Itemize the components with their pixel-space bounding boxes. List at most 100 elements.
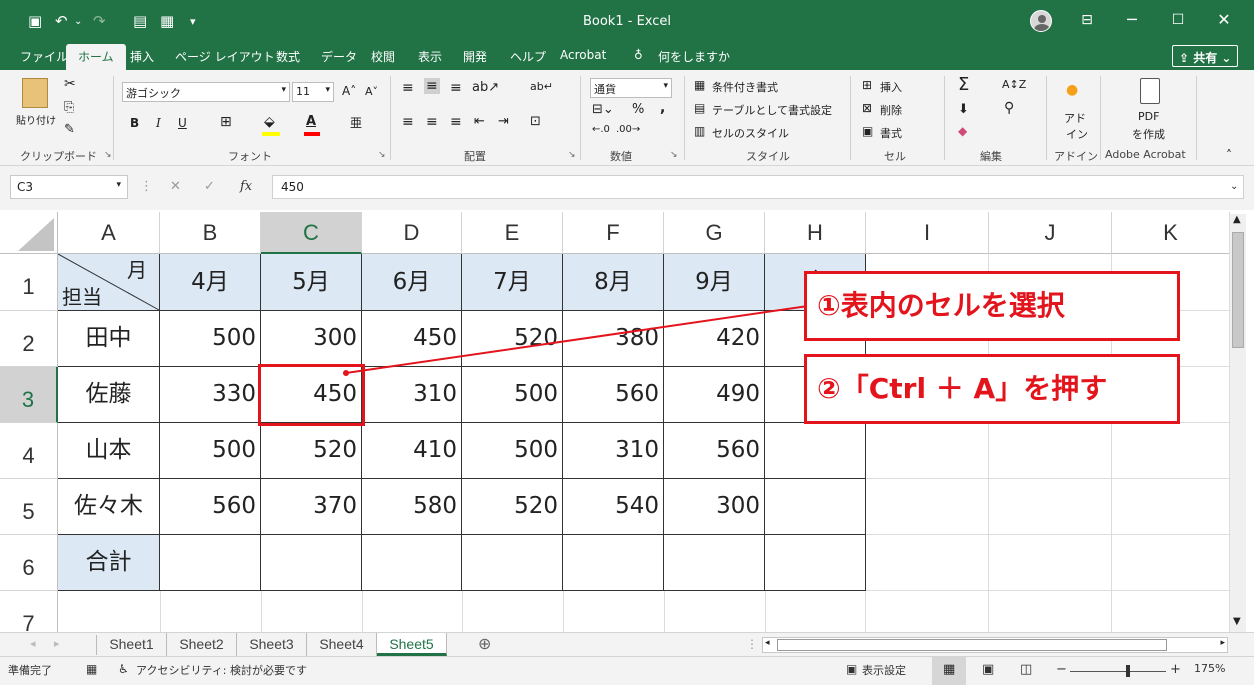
tab-review[interactable]: 校閲 xyxy=(371,48,395,65)
decrease-decimal-icon[interactable]: .00→ xyxy=(616,124,640,135)
vertical-scrollbar[interactable]: ▲ ▼ xyxy=(1229,214,1246,632)
cancel-entry-icon[interactable]: ✕ xyxy=(170,179,181,194)
sheet-tab-3[interactable]: Sheet3 xyxy=(237,633,307,656)
paste-icon[interactable] xyxy=(22,78,48,108)
tab-insert[interactable]: 挿入 xyxy=(130,48,154,65)
close-button[interactable]: ✕ xyxy=(1209,10,1239,29)
zoom-slider-thumb[interactable] xyxy=(1126,665,1130,677)
format-as-table-button[interactable]: テーブルとして書式設定 xyxy=(712,102,832,118)
tab-split-icon[interactable]: ⋮ xyxy=(746,637,758,651)
sort-filter-icon[interactable]: A↕Z xyxy=(1002,78,1026,91)
tab-page-layout[interactable]: ページ レイアウト xyxy=(175,48,275,65)
vertical-scroll-thumb[interactable] xyxy=(1232,232,1244,348)
delete-cells-button[interactable]: 削除 xyxy=(880,102,902,118)
page-layout-view-icon[interactable]: ▣ xyxy=(982,662,994,677)
bold-button[interactable]: B xyxy=(130,116,139,130)
cell-styles-button[interactable]: セルのスタイル xyxy=(712,125,789,141)
tab-file[interactable]: ファイル xyxy=(20,48,68,65)
zoom-slider-track[interactable] xyxy=(1070,671,1166,672)
copy-icon[interactable]: ⎘ xyxy=(64,100,74,115)
sheet-tab-1[interactable]: Sheet1 xyxy=(97,633,167,656)
find-select-icon[interactable]: ⚲ xyxy=(1004,100,1014,116)
formula-input[interactable]: 450 xyxy=(272,175,1244,199)
insert-function-icon[interactable]: fx xyxy=(240,179,252,194)
insert-cells-button[interactable]: 挿入 xyxy=(880,79,902,95)
format-painter-icon[interactable]: ✎ xyxy=(64,122,75,137)
clear-icon[interactable]: ◆ xyxy=(958,124,967,138)
tab-home[interactable]: ホーム xyxy=(66,44,126,70)
tab-data[interactable]: データ xyxy=(321,48,357,65)
accounting-format-icon[interactable]: ⊟⌄ xyxy=(592,102,614,117)
confirm-entry-icon[interactable]: ✓ xyxy=(204,179,215,194)
wrap-text-icon[interactable]: ab↵ xyxy=(530,80,553,93)
scroll-right-icon[interactable]: ▸ xyxy=(1220,638,1225,648)
normal-view-button[interactable]: ▦ xyxy=(932,657,966,685)
grow-font-icon[interactable]: A˄ xyxy=(342,84,356,98)
macro-record-icon[interactable]: ▦ xyxy=(86,662,97,676)
page-break-view-icon[interactable]: ◫ xyxy=(1020,662,1032,677)
paste-button[interactable]: 貼り付け xyxy=(16,112,56,127)
create-pdf-icon[interactable] xyxy=(1140,78,1160,104)
next-sheet-icon[interactable]: ▸ xyxy=(54,637,60,650)
conditional-format-button[interactable]: 条件付き書式 xyxy=(712,79,778,95)
align-bottom-icon[interactable]: ≡ xyxy=(450,80,462,96)
prev-sheet-icon[interactable]: ◂ xyxy=(30,637,36,650)
increase-decimal-icon[interactable]: ←.0 xyxy=(592,124,610,135)
minimize-button[interactable]: ─ xyxy=(1117,10,1147,29)
expand-formula-bar-icon[interactable]: ⌄ xyxy=(1230,181,1238,192)
align-center-icon[interactable]: ≡ xyxy=(426,114,438,130)
font-color-icon[interactable]: A xyxy=(306,114,316,129)
fill-color-icon[interactable]: ⬙ xyxy=(264,114,275,130)
cut-icon[interactable]: ✂ xyxy=(64,76,76,92)
scroll-down-icon[interactable]: ▼ xyxy=(1233,616,1241,627)
name-box[interactable]: C3 ▾ xyxy=(10,175,128,199)
clipboard-launcher-icon[interactable]: ↘ xyxy=(104,150,112,160)
scroll-left-icon[interactable]: ◂ xyxy=(765,638,770,648)
sheet-tab-2[interactable]: Sheet2 xyxy=(167,633,237,656)
number-format-select[interactable]: 通貨 ▾ xyxy=(590,78,672,98)
tab-acrobat[interactable]: Acrobat xyxy=(560,48,606,62)
font-launcher-icon[interactable]: ↘ xyxy=(378,150,386,160)
tab-view[interactable]: 表示 xyxy=(418,48,442,65)
collapse-ribbon-icon[interactable]: ˄ xyxy=(1226,148,1232,162)
addins-icon[interactable]: ● xyxy=(1066,82,1078,98)
zoom-in-icon[interactable]: + xyxy=(1170,662,1181,677)
autosum-icon[interactable]: Σ xyxy=(958,74,969,95)
scroll-up-icon[interactable]: ▲ xyxy=(1233,214,1241,225)
decrease-indent-icon[interactable]: ⇤ xyxy=(474,114,485,129)
italic-button[interactable]: I xyxy=(156,116,161,130)
sheet-tab-4[interactable]: Sheet4 xyxy=(307,633,377,656)
increase-indent-icon[interactable]: ⇥ xyxy=(498,114,509,129)
maximize-button[interactable]: ☐ xyxy=(1163,12,1193,28)
tab-help[interactable]: ヘルプ xyxy=(510,48,546,65)
shrink-font-icon[interactable]: A˅ xyxy=(365,85,378,98)
phonetic-icon[interactable]: 亜 xyxy=(350,114,362,131)
horizontal-scrollbar[interactable]: ◂ ▸ xyxy=(762,637,1228,653)
align-middle-icon[interactable]: ≡ xyxy=(424,78,440,94)
worksheet-grid[interactable]: A B C D E F G H I J K 1 2 3 4 5 6 7 月 担当… xyxy=(0,210,1254,632)
ribbon-display-icon[interactable]: ⊟ xyxy=(1072,12,1102,28)
align-left-icon[interactable]: ≡ xyxy=(402,114,414,130)
font-size-select[interactable]: 11 ▾ xyxy=(292,82,334,102)
zoom-level[interactable]: 175% xyxy=(1194,662,1225,675)
tell-me-search[interactable]: 何をしますか xyxy=(658,48,730,65)
accessibility-status[interactable]: アクセシビリティ: 検討が必要です xyxy=(136,662,307,678)
borders-icon[interactable]: ⊞ xyxy=(220,114,232,130)
align-top-icon[interactable]: ≡ xyxy=(402,80,414,96)
zoom-out-icon[interactable]: − xyxy=(1056,662,1067,677)
horizontal-scroll-thumb[interactable] xyxy=(777,639,1167,651)
orientation-icon[interactable]: ab↗ xyxy=(472,80,499,95)
format-cells-button[interactable]: 書式 xyxy=(880,125,902,141)
add-sheet-icon[interactable]: ⊕ xyxy=(478,634,491,653)
share-button[interactable]: ⇪ 共有 ⌄ xyxy=(1172,45,1238,67)
tab-formulas[interactable]: 数式 xyxy=(276,48,300,65)
comma-button[interactable]: , xyxy=(660,100,665,116)
merge-center-icon[interactable]: ⊡ xyxy=(530,114,541,129)
percent-button[interactable]: % xyxy=(632,102,644,117)
font-name-select[interactable]: 游ゴシック ▾ xyxy=(122,82,290,102)
fill-icon[interactable]: ⬇ xyxy=(958,102,969,117)
alignment-launcher-icon[interactable]: ↘ xyxy=(568,150,576,160)
align-right-icon[interactable]: ≡ xyxy=(450,114,462,130)
sheet-tab-5[interactable]: Sheet5 xyxy=(377,633,447,656)
underline-button[interactable]: U xyxy=(178,116,187,130)
